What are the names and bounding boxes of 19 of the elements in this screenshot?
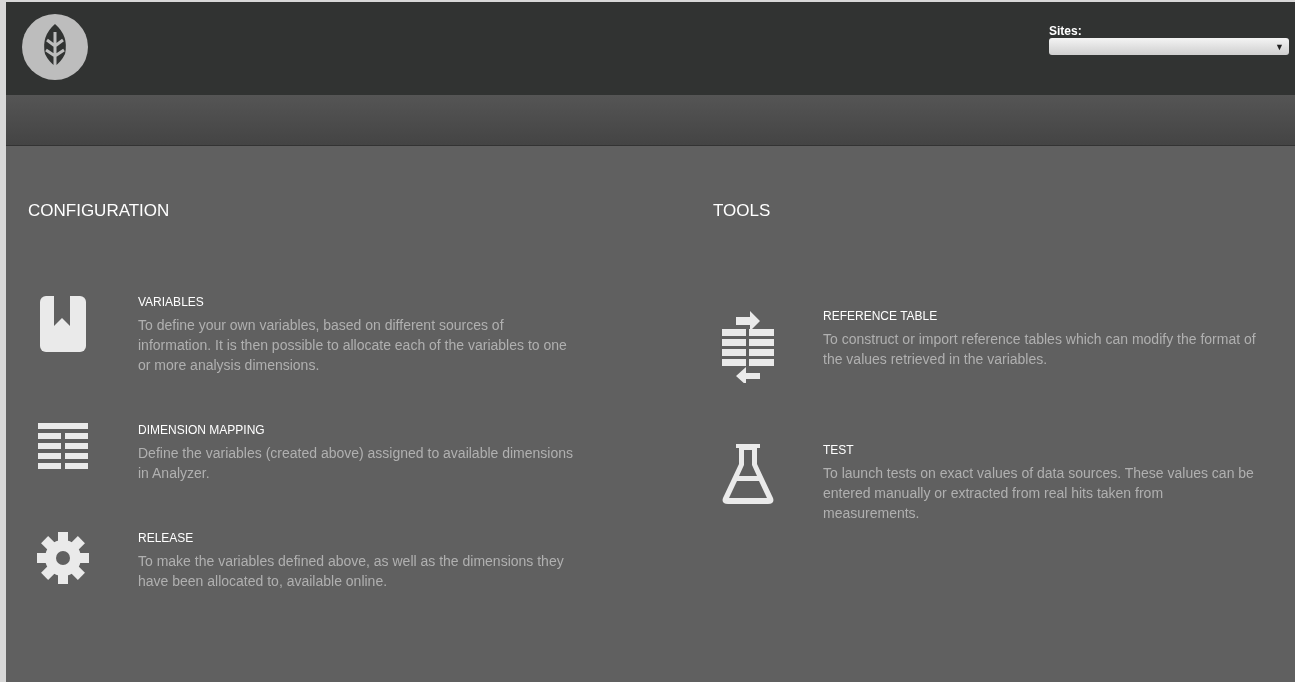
item-description: To define your own variables, based on different sources of information. It is then possible to allocate each of the variables to one or more analysis dimensions. xyxy=(138,316,568,375)
item-description: To launch tests on exact values of data sources. These values can be entered manually or extracted from real hits taken from measurements. xyxy=(823,464,1255,523)
sites-label: Sites: xyxy=(1049,24,1083,38)
item-description: To make the variables defined above, as well as the dimensions they have been allocated to, available online. xyxy=(138,552,565,591)
bookmark-icon xyxy=(39,295,87,353)
leaf-logo-icon xyxy=(20,12,90,82)
item-title[interactable]: REFERENCE TABLE xyxy=(823,309,1263,323)
item-title[interactable]: VARIABLES xyxy=(138,295,578,309)
item-title[interactable]: RELEASE xyxy=(138,531,578,545)
sites-dropdown[interactable]: ▼ xyxy=(1049,38,1289,55)
item-title[interactable]: TEST xyxy=(823,443,1263,457)
gear-icon xyxy=(36,531,90,585)
reference-table-icon xyxy=(722,309,774,383)
item-title[interactable]: DIMENSION MAPPING xyxy=(138,423,578,437)
section-title: CONFIGURATION xyxy=(28,201,171,221)
item-description: To construct or import reference tables which can modify the format of the values retrieved in the variables. xyxy=(823,330,1257,369)
flask-icon xyxy=(722,443,774,505)
item-description: Define the variables (created above) assigned to available dimensions in Analyzer. xyxy=(138,444,575,483)
section-title: TOOLS xyxy=(713,201,772,221)
